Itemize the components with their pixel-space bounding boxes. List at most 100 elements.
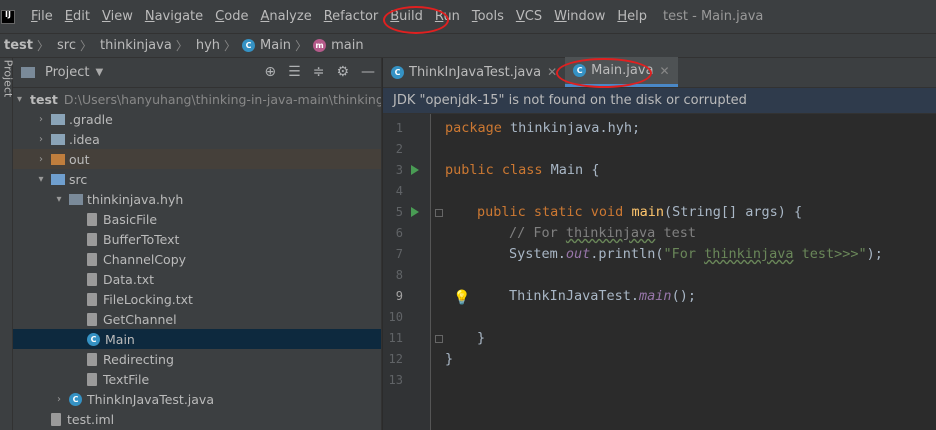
class-icon: C	[242, 39, 256, 52]
tree-row[interactable]: ▾ src	[13, 169, 381, 189]
chevron-right-icon: 〉	[79, 39, 92, 53]
run-icon[interactable]	[411, 207, 419, 217]
folder-icon	[51, 173, 65, 185]
tree-row[interactable]: FileLocking.txt	[13, 289, 381, 309]
code-line: 9 💡 ThinkInJavaTest.main();	[383, 286, 936, 307]
tree-row[interactable]: ChannelCopy	[13, 249, 381, 269]
tree-row[interactable]: TextFile	[13, 369, 381, 389]
minimize-icon[interactable]: —	[361, 64, 375, 80]
code-line: 8	[383, 265, 936, 286]
tree-row[interactable]: Redirecting	[13, 349, 381, 369]
window-title: test - Main.java	[663, 9, 764, 24]
code-token: out	[565, 246, 591, 262]
locate-icon[interactable]: ⊕	[264, 64, 276, 80]
code-line: 7 System.out.println("For thinkinjava te…	[383, 244, 936, 265]
code-token: public class	[445, 162, 543, 178]
tree-item-label: thinkinjava.hyh	[87, 191, 184, 207]
folder-icon	[51, 153, 65, 165]
tree-row[interactable]: BufferToText	[13, 229, 381, 249]
chevron-right-icon[interactable]: ›	[35, 114, 47, 125]
chevron-down-icon[interactable]: ▾	[53, 194, 65, 205]
tree-item-label: ThinkInJavaTest.java	[87, 391, 214, 407]
menu-view[interactable]: View	[96, 0, 139, 33]
breadcrumb-src[interactable]: src	[53, 38, 76, 53]
tree-row[interactable]: ▾ test D:\Users\hanyuhang\thinking-in-java…	[13, 89, 381, 109]
class-icon: C	[87, 332, 100, 346]
tree-item-label: BufferToText	[103, 231, 180, 247]
menu-analyze[interactable]: Analyze	[254, 0, 317, 33]
code-token: System.	[509, 246, 566, 262]
chevron-down-icon[interactable]: ▾	[35, 174, 47, 185]
code-line: 2	[383, 139, 936, 160]
code-token: thinkinjava.hyh;	[501, 120, 641, 136]
tree-item-label: TextFile	[103, 371, 150, 387]
tree-row[interactable]: › .gradle	[13, 109, 381, 129]
chevron-right-icon[interactable]: ›	[35, 134, 47, 145]
fold-icon[interactable]	[435, 209, 443, 217]
menu-file[interactable]: File	[25, 0, 59, 33]
tree-item-label: GetChannel	[103, 311, 177, 327]
chevron-right-icon: 〉	[36, 39, 49, 53]
chevron-right-icon[interactable]: ›	[35, 154, 47, 165]
intellij-logo-icon[interactable]: IJ	[1, 9, 15, 24]
tree-row[interactable]: C Main	[13, 329, 381, 349]
class-icon: C	[69, 392, 82, 406]
code-token: test>>>"	[793, 246, 867, 262]
chevron-down-icon[interactable]: ▼	[95, 67, 103, 78]
lightbulb-icon[interactable]: 💡	[453, 288, 470, 309]
menu-edit[interactable]: Edit	[59, 0, 96, 33]
file-icon	[87, 292, 97, 306]
line-number: 5	[395, 205, 403, 219]
folder-icon	[51, 113, 65, 125]
collapse-all-icon[interactable]: ≑	[313, 64, 325, 80]
breadcrumb-main-method[interactable]: main	[331, 38, 363, 53]
menu-help[interactable]: Help	[611, 0, 653, 33]
run-icon[interactable]	[411, 165, 419, 175]
tree-row[interactable]: › C ThinkInJavaTest.java	[13, 389, 381, 409]
tree-row[interactable]: ▾ thinkinjava.hyh	[13, 189, 381, 209]
code-line: 3 public class Main {	[383, 160, 936, 181]
tree-item-label: FileLocking.txt	[103, 291, 193, 307]
line-number: 8	[395, 268, 403, 282]
tree-row[interactable]: test.iml	[13, 409, 381, 429]
menu-tools[interactable]: Tools	[466, 0, 510, 33]
folder-icon	[51, 133, 65, 145]
breadcrumb-thinkinjava[interactable]: thinkinjava	[96, 38, 172, 53]
code-token: thinkinjava	[565, 225, 656, 241]
code-line: 5 public static void main(String[] args)…	[383, 202, 936, 223]
tree-row[interactable]: › out	[13, 149, 381, 169]
fold-icon[interactable]	[435, 335, 443, 343]
menu-code[interactable]: Code	[209, 0, 254, 33]
project-panel: Project ▼ ⊕ ☰ ≑ ⚙ — ▾ test D:\Users\hanyuh…	[13, 58, 382, 430]
breadcrumb-hyh[interactable]: hyh	[192, 38, 220, 53]
code-token: (String[] args) {	[663, 204, 803, 220]
breadcrumb-test[interactable]: test	[0, 38, 33, 53]
file-icon	[51, 412, 61, 426]
chevron-right-icon[interactable]: ›	[53, 394, 65, 405]
tree-row[interactable]: GetChannel	[13, 309, 381, 329]
line-number: 10	[388, 310, 403, 324]
file-icon	[87, 232, 97, 246]
menu-navigate[interactable]: Navigate	[139, 0, 209, 33]
line-number: 9	[395, 289, 403, 303]
tab-thinkinjavatest[interactable]: C ThinkInJavaTest.java ✕	[383, 57, 565, 87]
project-tree: ▾ test D:\Users\hanyuhang\thinking-in-java…	[13, 88, 381, 429]
tree-row[interactable]: Data.txt	[13, 269, 381, 289]
tree-row[interactable]: BasicFile	[13, 209, 381, 229]
menu-vcs[interactable]: VCS	[510, 0, 548, 33]
code-editor[interactable]: 1 package thinkinjava.hyh; 2 3 public cl…	[383, 114, 936, 430]
chevron-down-icon[interactable]: ▾	[17, 94, 22, 105]
code-token: ();	[671, 288, 696, 304]
breadcrumb-main-class[interactable]: Main	[260, 38, 291, 53]
menu-bar: IJ File Edit View Navigate Code Analyze …	[0, 0, 936, 33]
close-icon[interactable]: ✕	[660, 64, 670, 78]
tree-item-label: src	[69, 171, 88, 187]
editor-area: C ThinkInJavaTest.java ✕ C Main.java ✕ J…	[383, 57, 936, 430]
menu-refactor[interactable]: Refactor	[318, 0, 385, 33]
line-number: 11	[388, 331, 403, 345]
gear-icon[interactable]: ⚙	[336, 64, 349, 80]
expand-all-icon[interactable]: ☰	[288, 64, 301, 80]
project-view-selector[interactable]: Project	[45, 65, 89, 80]
tree-row[interactable]: › .idea	[13, 129, 381, 149]
menu-window[interactable]: Window	[548, 0, 611, 33]
